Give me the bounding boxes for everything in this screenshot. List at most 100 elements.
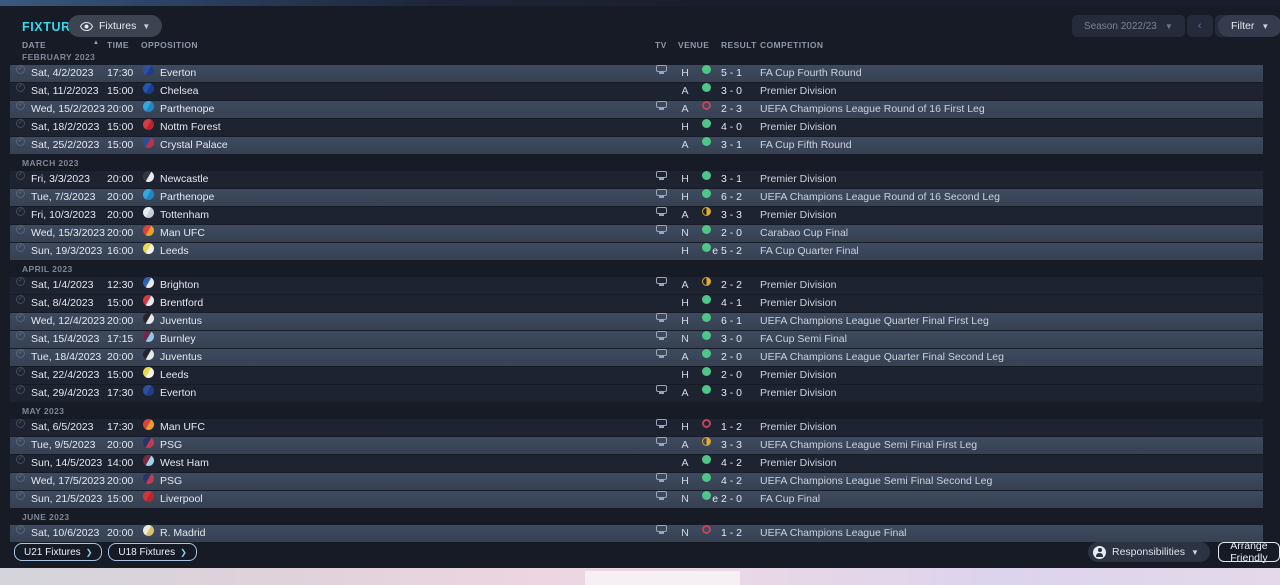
tv-icon <box>656 101 667 110</box>
fixture-row[interactable]: Fri, 10/3/202320:00TottenhamA3 - 3Premie… <box>10 203 1263 224</box>
fixtures-view-label: Fixtures <box>99 20 137 32</box>
competition-name: FA Cup Quarter Final <box>760 245 859 257</box>
fixture-row[interactable]: Sun, 19/3/202316:00LeedsHe 5 - 2FA Cup Q… <box>10 239 1263 260</box>
fixture-date: Tue, 18/4/2023 <box>31 351 102 363</box>
u21-fixtures-button[interactable]: U21 Fixtures ❯ <box>14 543 103 561</box>
fixture-row[interactable]: Sun, 21/5/202315:00LiverpoolNe 2 - 0FA C… <box>10 487 1263 508</box>
fixture-date: Wed, 15/3/2023 <box>31 227 105 239</box>
page-header: FIXTURES Fixtures ▼ Season 2022/23 ▼ ‹ ›… <box>0 14 1280 40</box>
fixture-row[interactable]: Sat, 8/4/202315:00BrentfordH4 - 1Premier… <box>10 291 1263 312</box>
filter-button[interactable]: Filter ▼ <box>1218 15 1280 37</box>
opposition-name: PSG <box>160 439 183 451</box>
fixture-row[interactable]: Sat, 22/4/202315:00LeedsH2 - 0Premier Di… <box>10 363 1263 384</box>
competition-name: Premier Division <box>760 457 837 469</box>
tv-icon <box>656 277 667 286</box>
fixture-row[interactable]: Wed, 15/3/202320:00Man UFCN2 - 0Carabao … <box>10 221 1263 242</box>
fixtures-list: FEBRUARY 2023Sat, 4/2/202317:30EvertonH5… <box>10 52 1263 543</box>
column-header-venue[interactable]: VENUE <box>678 40 709 50</box>
fixture-row[interactable]: Tue, 7/3/202320:00ParthenopeH6 - 2UEFA C… <box>10 185 1263 206</box>
fixture-row[interactable]: Sun, 14/5/202314:00West HamA4 - 2Premier… <box>10 451 1263 472</box>
fixture-time: 20:00 <box>107 191 134 203</box>
top-gradient-bar <box>0 0 1280 6</box>
match-played-icon <box>16 79 25 96</box>
competition-name: UEFA Champions League Round of 16 First … <box>760 103 985 115</box>
fixture-row[interactable]: Sat, 10/6/202320:00R. MadridN1 - 2UEFA C… <box>10 521 1263 542</box>
fixture-row[interactable]: Sat, 6/5/202317:30Man UFCH1 - 2Premier D… <box>10 415 1263 436</box>
match-played-icon <box>16 363 25 380</box>
match-played-icon <box>16 133 25 150</box>
fixture-date: Sat, 18/2/2023 <box>31 121 100 133</box>
fixture-row[interactable]: Sat, 18/2/202315:00Nottm ForestH4 - 0Pre… <box>10 115 1263 136</box>
opposition-name: West Ham <box>160 457 209 469</box>
fixture-date: Sun, 14/5/2023 <box>31 457 103 469</box>
fixture-row[interactable]: Fri, 3/3/202320:00NewcastleH3 - 1Premier… <box>10 167 1263 188</box>
opposition-name: Parthenope <box>160 103 215 115</box>
opposition-name: Tottenham <box>160 209 210 221</box>
fixture-row[interactable]: Sat, 29/4/202317:30EvertonA3 - 0Premier … <box>10 381 1263 402</box>
competition-name: FA Cup Final <box>760 493 821 505</box>
match-played-icon <box>16 61 25 78</box>
tv-icon <box>656 189 667 198</box>
column-header-date[interactable]: DATE <box>22 40 46 50</box>
team-crest-icon <box>143 473 154 484</box>
u18-fixtures-button[interactable]: U18 Fixtures ❯ <box>108 543 197 561</box>
column-header-opposition[interactable]: OPPOSITION <box>141 40 198 50</box>
fixture-row[interactable]: Wed, 12/4/202320:00JuventusH6 - 1UEFA Ch… <box>10 309 1263 330</box>
competition-name: Carabao Cup Final <box>760 227 849 239</box>
result-score: 2 - 3 <box>720 103 742 115</box>
tv-icon <box>656 313 667 322</box>
month-section-label: FEBRUARY 2023 <box>22 52 96 62</box>
column-header-result[interactable]: RESULT <box>721 40 757 50</box>
result-score: 2 - 0 <box>720 351 742 363</box>
result-score: e 2 - 0 <box>712 493 742 505</box>
fixture-row[interactable]: Sat, 15/4/202317:15BurnleyN3 - 0FA Cup S… <box>10 327 1263 348</box>
month-section-label: JUNE 2023 <box>22 512 70 522</box>
fixture-row[interactable]: Wed, 17/5/202320:00PSGH4 - 2UEFA Champio… <box>10 469 1263 490</box>
column-header-competition[interactable]: COMPETITION <box>760 40 823 50</box>
tv-icon <box>656 225 667 234</box>
column-header-tv[interactable]: TV <box>655 40 667 50</box>
fixture-date: Wed, 12/4/2023 <box>31 315 105 327</box>
chevron-down-icon: ▼ <box>1190 547 1199 557</box>
team-crest-icon <box>143 385 154 396</box>
fixture-row[interactable]: Tue, 18/4/202320:00JuventusA2 - 0UEFA Ch… <box>10 345 1263 366</box>
fixture-row[interactable]: Wed, 15/2/202320:00ParthenopeA2 - 3UEFA … <box>10 97 1263 118</box>
fixture-date: Sat, 8/4/2023 <box>31 297 94 309</box>
competition-name: FA Cup Fourth Round <box>760 67 862 79</box>
season-dropdown[interactable]: Season 2022/23 ▼ <box>1072 15 1185 37</box>
fixture-time: 20:00 <box>107 173 134 185</box>
column-header-time[interactable]: TIME <box>107 40 129 50</box>
month-section-label: APRIL 2023 <box>22 264 73 274</box>
result-score: 4 - 2 <box>720 457 742 469</box>
fixture-row[interactable]: Sat, 11/2/202315:00ChelseaA3 - 0Premier … <box>10 79 1263 100</box>
opposition-name: R. Madrid <box>160 527 206 539</box>
fixture-time: 20:00 <box>107 209 134 221</box>
previous-season-button[interactable]: ‹ <box>1186 15 1213 37</box>
tv-icon <box>656 171 667 180</box>
season-selector-group: Season 2022/23 ▼ ‹ › <box>1072 15 1241 37</box>
fixture-row[interactable]: Sat, 1/4/202312:30BrightonA2 - 2Premier … <box>10 273 1263 294</box>
result-score: 6 - 2 <box>720 191 742 203</box>
fixture-time: 15:00 <box>107 369 134 381</box>
opposition-name: Everton <box>160 67 197 79</box>
match-played-icon <box>16 345 25 362</box>
team-crest-icon <box>143 419 154 430</box>
fixture-time: 15:00 <box>107 139 134 151</box>
opposition-name: Parthenope <box>160 191 215 203</box>
opposition-name: Chelsea <box>160 85 199 97</box>
fixture-row[interactable]: Tue, 9/5/202320:00PSGA3 - 3UEFA Champion… <box>10 433 1263 454</box>
fixtures-view-dropdown[interactable]: Fixtures ▼ <box>68 15 163 37</box>
fixture-row[interactable]: Sat, 4/2/202317:30EvertonH5 - 1FA Cup Fo… <box>10 61 1263 82</box>
fixture-row[interactable]: Sat, 25/2/202315:00Crystal PalaceA3 - 1F… <box>10 133 1263 154</box>
competition-name: UEFA Champions League Round of 16 Second… <box>760 191 1000 203</box>
arrange-friendly-button[interactable]: Arrange Friendly <box>1217 540 1280 564</box>
opposition-name: Leeds <box>160 245 189 257</box>
responsibilities-button[interactable]: Responsibilities ▼ <box>1088 542 1210 562</box>
competition-name: FA Cup Fifth Round <box>760 139 852 151</box>
fixture-time: 20:00 <box>107 227 134 239</box>
fixture-date: Sat, 22/4/2023 <box>31 369 100 381</box>
match-played-icon <box>16 221 25 238</box>
team-crest-icon <box>143 349 154 360</box>
fixture-date: Sun, 21/5/2023 <box>31 493 103 505</box>
chevron-down-icon: ▼ <box>1261 21 1270 31</box>
